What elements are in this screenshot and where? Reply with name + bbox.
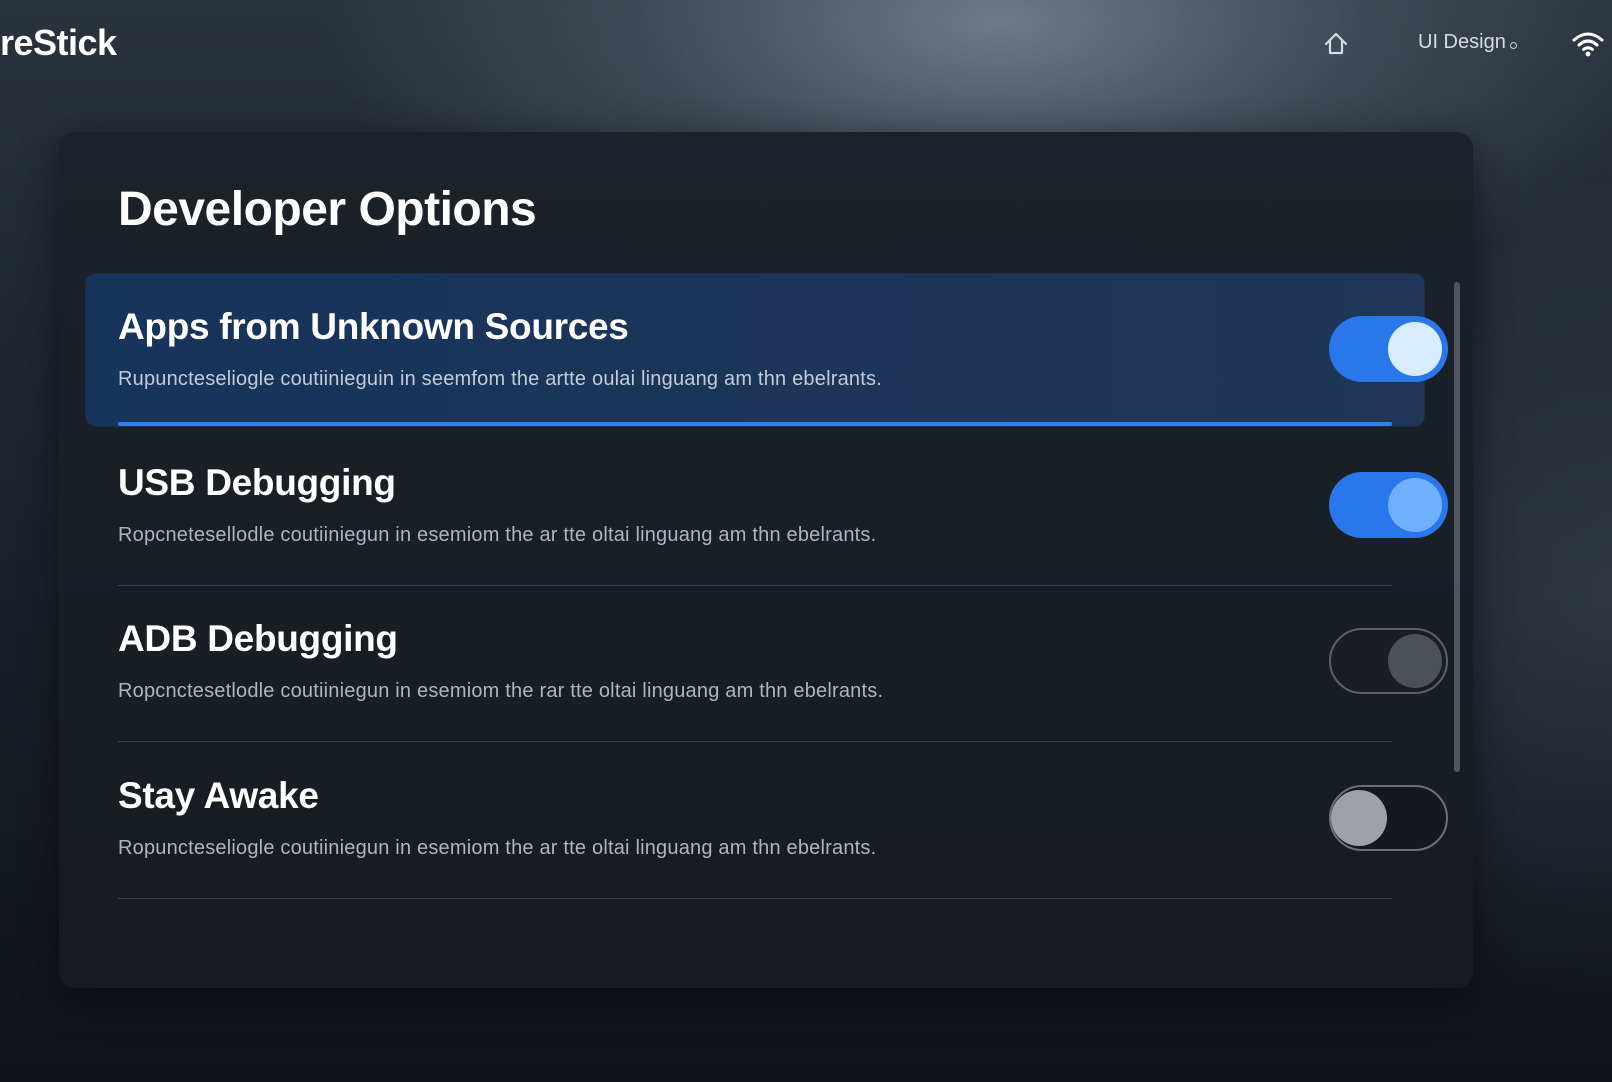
toggle-knob [1388, 322, 1442, 376]
scrollbar[interactable] [1454, 282, 1460, 772]
ui-design-label: UI Design [1418, 31, 1506, 53]
setting-usb-debugging[interactable]: USB Debugging Ropcnetesellodle coutiinie… [118, 430, 1448, 586]
toggle-usb-debugging[interactable] [1329, 472, 1448, 538]
setting-apps-unknown-sources[interactable]: Apps from Unknown Sources Rupuncteseliog… [86, 274, 1448, 426]
setting-description: Ropuncteseliogle coutiiniegun in esemiom… [118, 837, 877, 859]
setting-description: Rupuncteseliogle coutiinieguin in seemfo… [118, 368, 882, 390]
setting-label: USB Debugging [118, 462, 396, 503]
setting-stay-awake[interactable]: Stay Awake Ropuncteseliogle coutiiniegun… [118, 743, 1448, 899]
toggle-knob [1388, 634, 1442, 688]
row-divider [118, 898, 1392, 899]
toggle-stay-awake[interactable] [1329, 785, 1448, 851]
setting-description: Ropcnctesetlodle coutiiniegun in esemiom… [118, 680, 884, 702]
ui-design-menu[interactable]: UI Design [1418, 31, 1517, 54]
setting-adb-debugging[interactable]: ADB Debugging Ropcnctesetlodle coutiinie… [118, 586, 1448, 742]
toggle-adb-debugging[interactable] [1329, 628, 1448, 694]
setting-label: Apps from Unknown Sources [118, 306, 629, 347]
setting-label: ADB Debugging [118, 618, 398, 659]
setting-description: Ropcnetesellodle coutiiniegun in esemiom… [118, 524, 877, 546]
status-dot-icon [1509, 42, 1517, 49]
page-title: Developer Options [118, 183, 537, 236]
setting-label: Stay Awake [118, 775, 319, 816]
focus-underline [118, 422, 1392, 426]
row-divider [118, 741, 1392, 742]
brand-logo: reStick [0, 22, 117, 63]
top-bar: reStick UI Design [0, 0, 1612, 90]
developer-options-panel: Developer Options Apps from Unknown Sour… [59, 132, 1473, 988]
home-icon[interactable] [1322, 30, 1350, 58]
wifi-icon [1572, 32, 1604, 57]
toggle-apps-unknown-sources[interactable] [1329, 316, 1448, 382]
toggle-knob [1331, 790, 1387, 846]
toggle-knob [1388, 478, 1442, 532]
